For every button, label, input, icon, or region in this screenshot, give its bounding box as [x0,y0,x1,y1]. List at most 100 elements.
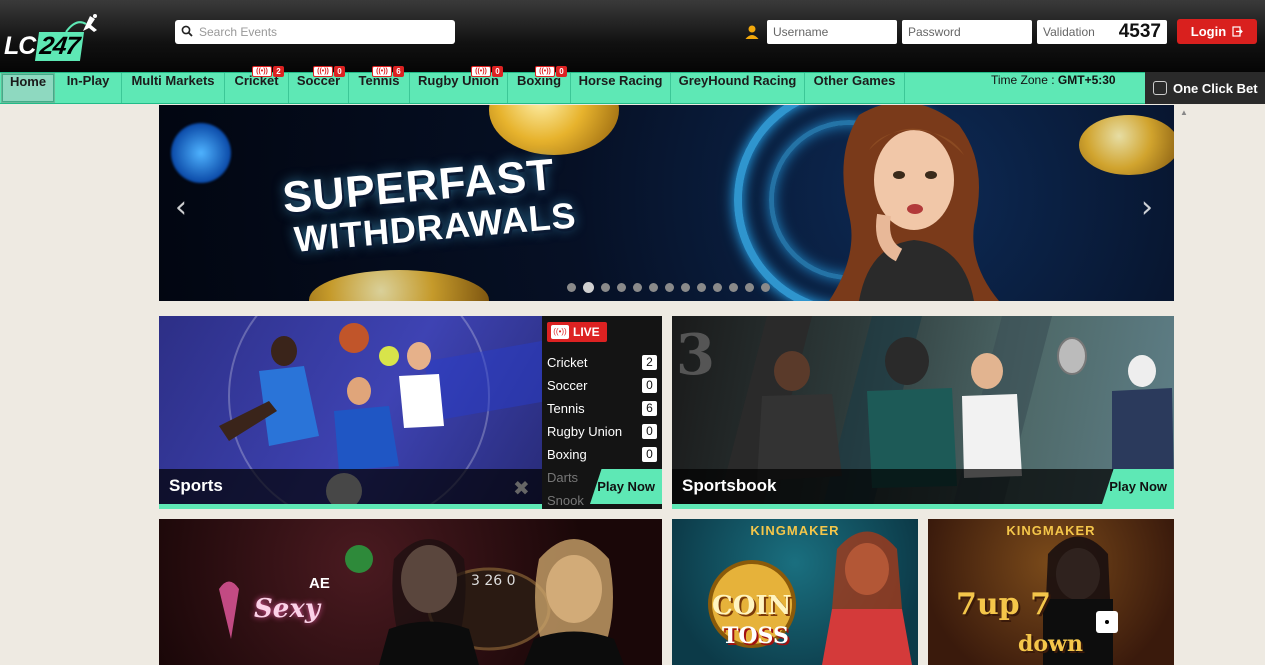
nav-greyhound-racing[interactable]: GreyHound Racing [671,73,805,103]
nav-cricket[interactable]: ((•)) 2 Cricket [225,66,289,103]
sportsbook-card[interactable]: 3 Sportsbook Play Now [672,316,1174,509]
carousel-dot[interactable] [729,283,738,292]
nav-rugby-union[interactable]: ((•)) 0 Rugby Union [410,66,508,103]
main-nav: Home In-Play Multi Markets ((•)) 2 Cricke… [0,66,1265,104]
gold-coin-image [1079,115,1174,175]
carousel-dot[interactable] [745,283,754,292]
live-list-item[interactable]: Rugby Union 0 [547,421,657,441]
sports-card-title: Sports [169,476,223,495]
logo-text-number: 247 [35,32,85,61]
close-icon[interactable]: ✖ [513,476,530,500]
coin-toss-art-image [708,531,912,665]
promo-banner[interactable]: SUPERFAST WITHDRAWALS ‹ › [159,105,1174,301]
carousel-dot[interactable] [617,283,626,292]
live-list-item[interactable]: Soccer 0 [547,375,657,395]
7up-7down-title-line1: 7up 7 [956,587,1051,622]
nav-multi-markets[interactable]: Multi Markets [122,73,225,103]
live-count-badge: ((•)) 0 [313,66,345,79]
validation-field[interactable] [1037,20,1112,44]
logo-text-main: LC [4,32,36,60]
ae-sexy-casino-card[interactable]: 3 26 0 AE Sexy [159,519,662,665]
coin-toss-title-line2: TOSS [722,623,789,649]
one-click-bet-label: One Click Bet [1173,80,1258,96]
logout-arrow-icon [1232,26,1244,37]
svg-text:3: 3 [676,322,715,388]
carousel-next-arrow[interactable]: › [1141,190,1153,225]
live-count-badge: ((•)) 2 [252,66,284,79]
username-field[interactable] [767,20,897,44]
live-list-item[interactable]: Cricket 2 [547,352,657,372]
sports-card[interactable]: ((•)) LIVE Cricket 2 Soccer 0 Tennis 6 Rugb… [159,316,662,509]
nav-in-play[interactable]: In-Play [55,73,122,103]
banner-headline: SUPERFAST WITHDRAWALS [281,150,578,261]
live-count: 6 [642,400,657,416]
login-label: Login [1190,24,1227,39]
live-count-badge: ((•)) 6 [372,66,404,79]
svg-text:3 26 0: 3 26 0 [471,573,516,589]
card-accent-bar [159,504,542,509]
card-accent-bar [672,504,1174,509]
search-box[interactable] [175,20,455,44]
sportsbook-play-now-button[interactable]: Play Now [1102,469,1174,504]
live-broadcast-icon: ((•)) [535,66,555,77]
validation-code: 4537 [1118,21,1161,42]
sports-play-now-button[interactable]: Play Now [590,469,662,504]
live-count-badge: ((•)) 0 [471,66,503,79]
carousel-dot[interactable] [713,283,722,292]
nav-home[interactable]: Home [1,73,55,103]
live-broadcast-icon: ((•)) [313,66,333,77]
sports-card-footer: Sports [159,469,542,504]
7up-7down-card[interactable]: KINGMAKER 7up 7 down [928,519,1174,665]
live-casino-dealers-image: 3 26 0 [219,539,624,665]
nav-soccer[interactable]: ((•)) 0 Soccer [289,66,349,103]
live-count: 0 [642,446,657,462]
nav-horse-racing[interactable]: Horse Racing [571,73,671,103]
carousel-dots [567,282,770,293]
live-tag: ((•)) LIVE [547,322,607,342]
carousel-dot[interactable] [761,283,770,292]
user-icon [745,25,759,39]
live-list-item[interactable]: Tennis 6 [547,398,657,418]
one-click-bet-toggle[interactable]: One Click Bet [1145,72,1265,104]
ae-brand-label: AE [309,575,330,592]
coin-toss-card[interactable]: KINGMAKER COIN TOSS [672,519,918,665]
carousel-dot[interactable] [649,283,658,292]
live-broadcast-icon: ((•)) [471,66,491,77]
7up-7down-title-line2: down [1018,631,1083,657]
live-broadcast-icon: ((•)) [551,325,569,339]
timezone: Time Zone : GMT+5:30 [991,73,1116,103]
search-input[interactable] [199,20,449,44]
carousel-dot[interactable] [583,282,594,293]
gold-coin-image [309,270,489,301]
live-count: 0 [642,377,657,393]
header: LC247 4537 Login [0,0,1265,72]
nav-tennis[interactable]: ((•)) 6 Tennis [349,66,410,103]
coin-toss-title-line1: COIN [712,591,792,621]
validation-box: 4537 [1037,20,1167,44]
carousel-dot[interactable] [567,283,576,292]
search-icon [181,25,193,37]
login-button[interactable]: Login [1177,19,1257,44]
carousel-dot[interactable] [601,283,610,292]
live-broadcast-icon: ((•)) [372,66,392,77]
checkbox-icon[interactable] [1153,81,1167,95]
live-list-item[interactable]: Boxing 0 [547,444,657,464]
carousel-dot[interactable] [681,283,690,292]
site-logo[interactable]: LC 247 [4,14,108,61]
live-broadcast-icon: ((•)) [252,66,272,77]
sportsbook-card-footer: Sportsbook Play Now [672,469,1174,504]
timezone-label: Time Zone : [991,73,1055,87]
live-count: 0 [642,423,657,439]
carousel-dot[interactable] [665,283,674,292]
carousel-dot[interactable] [697,283,706,292]
carousel-prev-arrow[interactable]: ‹ [175,190,187,225]
live-count: 2 [642,354,657,370]
sportsbook-card-title: Sportsbook [682,476,777,495]
nav-other-games[interactable]: Other Games [805,73,905,103]
scroll-up-arrow-icon[interactable]: ▲ [1180,108,1188,117]
live-count-badge: ((•)) 0 [535,66,567,79]
carousel-dot[interactable] [633,283,642,292]
password-field[interactable] [902,20,1032,44]
nav-boxing[interactable]: ((•)) 0 Boxing [508,66,571,103]
ae-sexy-title: Sexy [254,594,320,624]
